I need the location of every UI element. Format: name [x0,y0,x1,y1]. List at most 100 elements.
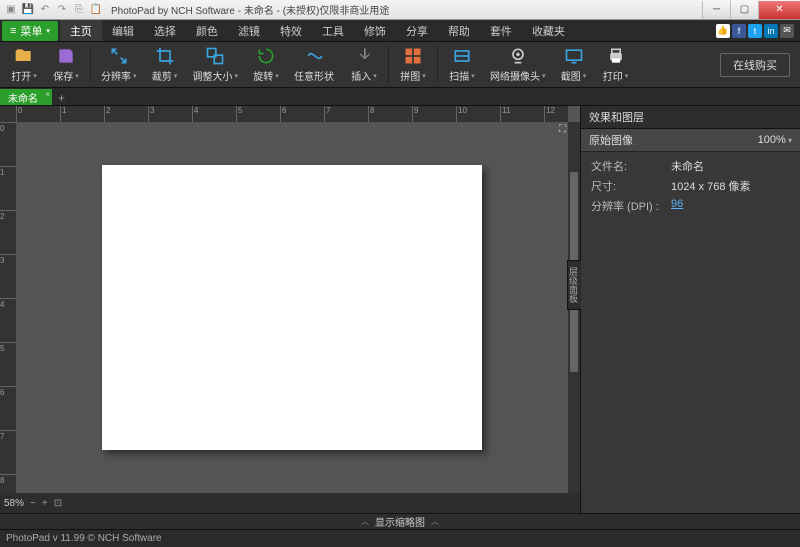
side-panel: 效果和图层 原始图像 100% 文件名:未命名 尺寸:1024 x 768 像素… [580,106,800,513]
menu-tab-8[interactable]: 分享 [396,20,438,41]
layer-opacity-value[interactable]: 100% [758,134,792,146]
qat-save-icon[interactable]: 💾 [21,3,35,17]
side-panel-sub-label: 原始图像 [589,132,633,148]
tool-screenshot[interactable]: 截图 [554,44,594,85]
zoom-level: 58% [4,498,24,509]
share-icon[interactable]: ✉ [780,24,794,38]
quick-access-toolbar: ▣ 💾 ↶ ↷ ⎘ 📋 [0,3,107,17]
linkedin-icon[interactable]: in [764,24,778,38]
vertical-ruler: 012345678 [0,122,16,493]
menu-row: 菜单▾ 主页编辑选择颜色滤镜特效工具修饰分享帮助套件收藏夹 👍 f t in ✉ [0,20,800,42]
tool-insert[interactable]: 插入 [344,44,384,85]
twitter-icon[interactable]: t [748,24,762,38]
collage-icon [403,46,423,66]
size-label: 尺寸: [591,178,671,194]
rotate-icon [256,46,276,66]
menu-tab-4[interactable]: 滤镜 [228,20,270,41]
tool-rotate[interactable]: 旋转 [246,44,286,85]
freeform-icon [305,46,325,66]
canvas-column: 0123456789101112 012345678 ⛶ 58% − + ⊡ [0,106,580,513]
menu-tab-9[interactable]: 帮助 [438,20,480,41]
thumbnail-bar[interactable]: ︿ 显示缩略图 ︿ [0,513,800,529]
ruler-tick: 11 [500,106,510,122]
tool-label: 保存 [53,68,79,83]
qat-undo-icon[interactable]: ↶ [38,3,52,17]
tool-label: 分辨率 [101,68,137,83]
ruler-tick: 7 [0,430,16,441]
crop-icon [155,46,175,66]
toolbar-separator [90,47,91,83]
tool-label: 调整大小 [193,68,239,83]
zoom-bar: 58% − + ⊡ [0,493,580,513]
window-title: PhotoPad by NCH Software - 未命名 - (未授权)仅限… [107,2,702,17]
document-tab[interactable]: 未命名 × [0,89,52,105]
tool-label: 网络摄像头 [490,68,546,83]
maximize-button[interactable]: ▢ [730,1,758,19]
vertical-panel-tab[interactable]: 层级面板 [567,260,581,310]
tool-crop[interactable]: 裁剪 [145,44,185,85]
social-icons: 👍 f t in ✉ [716,24,800,38]
qat-redo-icon[interactable]: ↷ [55,3,69,17]
close-button[interactable]: ✕ [758,1,800,19]
minimize-button[interactable]: ─ [702,1,730,19]
tool-label: 旋转 [253,68,279,83]
ruler-tick: 8 [368,106,374,122]
buy-online-button[interactable]: 在线购买 [720,53,790,77]
menu-tab-5[interactable]: 特效 [270,20,312,41]
ruler-tick: 8 [0,474,16,485]
add-tab-button[interactable]: + [52,91,71,105]
tool-webcam[interactable]: 网络摄像头 [484,44,552,85]
side-panel-subheader[interactable]: 原始图像 100% [581,129,800,152]
tool-scan[interactable]: 扫描 [442,44,482,85]
tool-freeform[interactable]: 任意形状 [288,44,342,85]
menu-tab-2[interactable]: 选择 [144,20,186,41]
menu-tab-6[interactable]: 工具 [312,20,354,41]
canvas-stage[interactable]: ⛶ [16,122,568,493]
print-icon [606,46,626,66]
menu-tab-11[interactable]: 收藏夹 [522,20,575,41]
ruler-tick: 7 [324,106,330,122]
thumbnail-bar-label: 显示缩略图 [375,514,425,529]
menu-tab-7[interactable]: 修饰 [354,20,396,41]
canvas[interactable] [102,165,482,450]
tool-label: 插入 [351,68,377,83]
menu-tab-3[interactable]: 颜色 [186,20,228,41]
tool-print[interactable]: 打印 [596,44,636,85]
tool-label: 裁剪 [152,68,178,83]
ruler-tick: 3 [0,254,16,265]
filename-label: 文件名: [591,158,671,174]
qat-paste-icon[interactable]: 📋 [89,3,103,17]
like-icon[interactable]: 👍 [716,24,730,38]
document-tab-label: 未命名 [8,90,38,105]
menu-tab-10[interactable]: 套件 [480,20,522,41]
ruler-tick: 6 [280,106,286,122]
chevron-up-icon: ︿ [431,516,439,527]
zoom-fit-button[interactable]: ⊡ [54,498,62,509]
tool-resize[interactable]: 分辨率 [95,44,143,85]
zoom-in-button[interactable]: + [42,498,48,509]
ruler-tick: 5 [236,106,242,122]
tool-save[interactable]: 保存 [46,44,86,85]
ruler-tick: 0 [16,106,22,122]
tool-collage[interactable]: 拼图 [393,44,433,85]
expand-icon[interactable]: ⛶ [559,124,566,135]
facebook-icon[interactable]: f [732,24,746,38]
qat-copy-icon[interactable]: ⎘ [72,3,86,17]
ruler-tick: 1 [0,166,16,177]
tool-open[interactable]: 打开 [4,44,44,85]
qat-new-icon[interactable]: ▣ [4,3,18,17]
close-tab-icon[interactable]: × [45,90,50,99]
menu-tab-1[interactable]: 编辑 [102,20,144,41]
zoom-out-button[interactable]: − [30,498,36,509]
resize-icon [109,46,129,66]
ruler-corner [0,106,16,122]
tool-label: 扫描 [449,68,475,83]
tool-scale[interactable]: 调整大小 [187,44,245,85]
app-menu-button[interactable]: 菜单▾ [2,21,58,41]
main-toolbar: 打开保存 分辨率裁剪调整大小旋转任意形状插入 拼图扫描网络摄像头截图打印 在线购买 [0,42,800,88]
chevron-up-icon: ︿ [361,516,369,527]
webcam-icon [508,46,528,66]
menu-tab-0[interactable]: 主页 [60,20,102,41]
ruler-tick: 2 [0,210,16,221]
dpi-value-link[interactable]: 96 [671,198,683,214]
